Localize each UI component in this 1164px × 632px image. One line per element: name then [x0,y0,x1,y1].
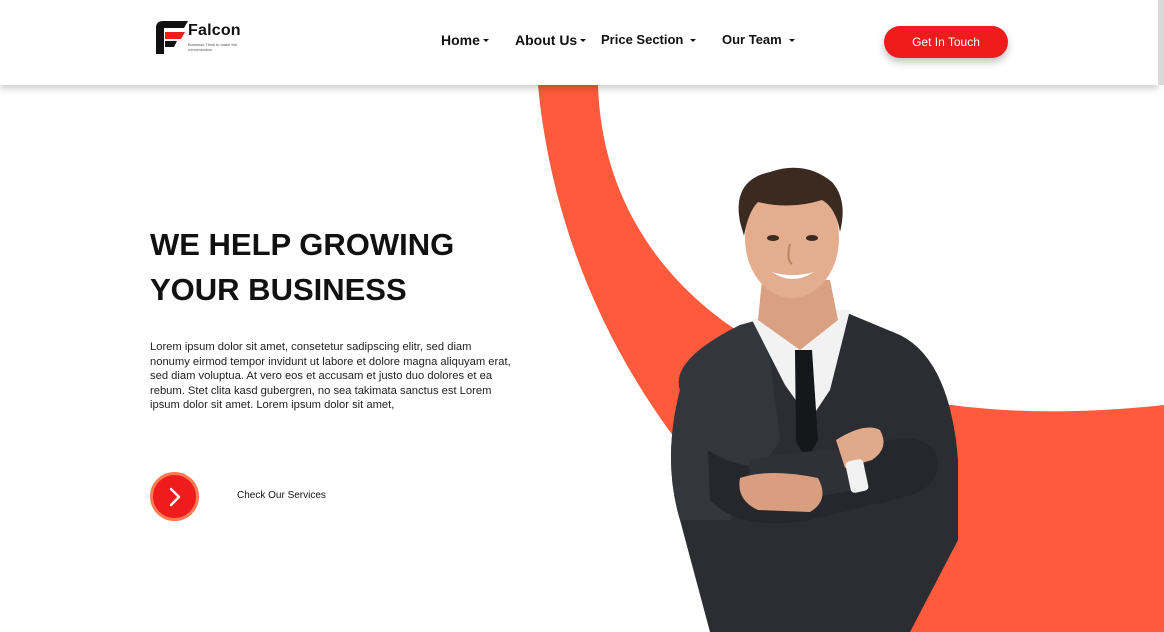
hero-swoosh-background [538,85,1164,632]
nav-item-price-section-label: Price Section [601,32,684,47]
falcon-f-logo-icon [156,21,188,54]
nav-item-our-team-label: Our Team [722,32,782,47]
nav-item-home-label: Home [441,32,480,48]
site-header: Falcon Business Think to make the concen… [0,0,1158,85]
hero-description: Lorem ipsum dolor sit amet, consetetur s… [150,341,511,412]
nav-item-our-team[interactable]: Our Team [722,32,795,47]
businessman-image [671,167,958,632]
nav-item-home[interactable]: Home [441,32,489,48]
caret-down-icon [690,38,697,42]
check-services-link[interactable]: Check Our Services [237,490,326,501]
brand-tagline: Business Think to make the concentration [188,42,238,52]
check-services-button[interactable] [150,472,199,521]
nav-item-price-section[interactable]: Price Section [601,32,697,47]
hero-title-line-1: WE HELP GROWING [150,227,455,262]
caret-down-icon [788,38,795,42]
caret-down-icon [482,39,489,42]
brand-logo[interactable]: Falcon Business Think to make the concen… [155,20,265,58]
chevron-right-icon [169,487,180,506]
hero-title-line-2: YOUR BUSINESS [150,272,407,307]
hero-title: WE HELP GROWING YOUR BUSINESS [150,222,530,312]
get-in-touch-button[interactable]: Get In Touch [884,26,1008,58]
page-scrollbar[interactable] [1158,0,1164,85]
brand-name: Falcon [188,22,241,39]
landing-page: Falcon Business Think to make the concen… [0,0,1164,632]
nav-item-about-us-label: About Us [515,32,578,48]
nav-item-about-us[interactable]: About Us [515,32,587,48]
caret-down-icon [580,39,587,42]
